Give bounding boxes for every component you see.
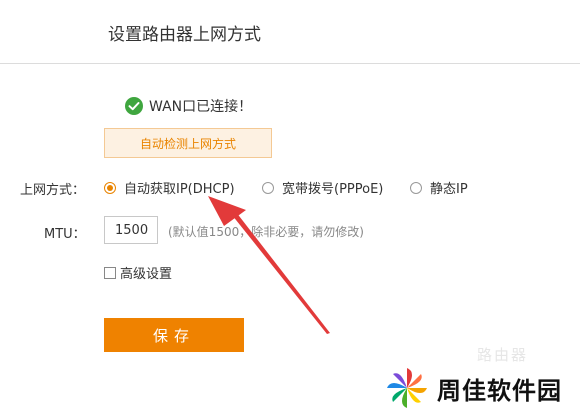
connection-mode-label: 上网方式： <box>20 183 86 198</box>
save-button-label: 保存 <box>152 326 195 345</box>
advanced-settings-checkbox[interactable] <box>104 266 116 279</box>
radio-static-ip[interactable]: 静态IP <box>410 178 468 197</box>
pinwheel-logo-icon <box>387 368 427 408</box>
check-circle-icon <box>125 97 143 115</box>
radio-static-ip-label: 静态IP <box>430 182 468 197</box>
radio-dhcp[interactable]: 自动获取IP(DHCP) <box>104 178 235 197</box>
radio-pppoe-indicator[interactable] <box>262 181 274 194</box>
radio-static-ip-indicator[interactable] <box>410 181 422 194</box>
radio-pppoe[interactable]: 宽带拨号(PPPoE) <box>262 178 383 197</box>
watermark-text: 周佳软件园 <box>437 376 562 405</box>
advanced-settings-label: 高级设置 <box>120 267 173 282</box>
mtu-label: MTU： <box>44 227 86 242</box>
page-title: 设置路由器上网方式 <box>108 25 261 45</box>
advanced-settings-toggle[interactable]: 高级设置 <box>104 263 172 282</box>
radio-dhcp-label: 自动获取IP(DHCP) <box>124 182 235 197</box>
header-divider <box>0 63 580 64</box>
auto-detect-label: 自动检测上网方式 <box>139 136 236 151</box>
radio-pppoe-label: 宽带拨号(PPPoE) <box>282 182 384 197</box>
wan-status-text: WAN口已连接！ <box>149 99 253 115</box>
radio-dhcp-indicator[interactable] <box>104 181 116 194</box>
watermark: 路由器 周佳软件园 <box>385 346 562 410</box>
save-button[interactable]: 保存 <box>104 318 244 352</box>
watermark-ghost-text: 路由器 <box>477 346 529 364</box>
mtu-hint: (默认值1500，除非必要，请勿修改) <box>168 225 364 239</box>
auto-detect-button[interactable]: 自动检测上网方式 <box>104 128 272 158</box>
wan-status: WAN口已连接！ <box>125 96 252 116</box>
mtu-input[interactable] <box>104 216 158 244</box>
